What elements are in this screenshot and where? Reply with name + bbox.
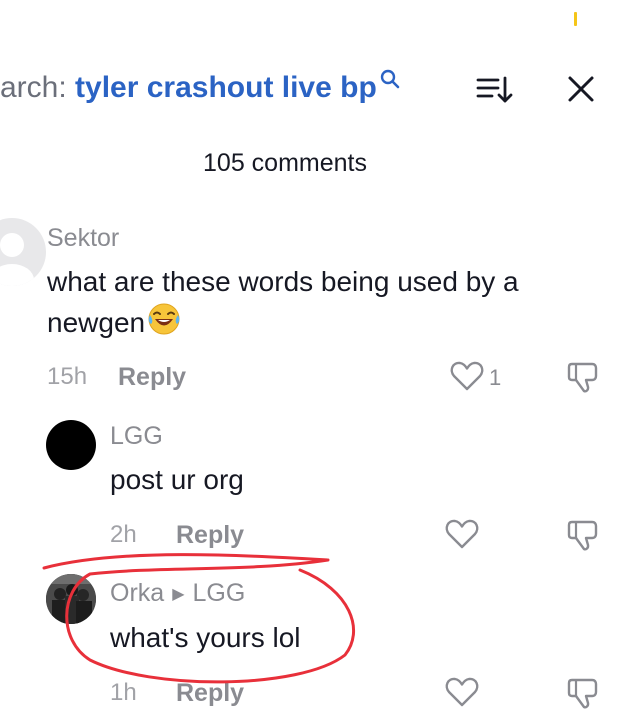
comment-username[interactable]: LGG	[110, 421, 163, 451]
like-button[interactable]	[450, 360, 484, 392]
comments-count: 105 comments	[203, 149, 367, 177]
search-icon	[377, 69, 401, 104]
like-button[interactable]	[445, 676, 479, 708]
sort-icon	[472, 72, 516, 108]
group-photo-avatar-icon	[46, 574, 96, 624]
comment-text: what's yours lol	[110, 622, 301, 653]
search-query-link[interactable]: arch: tyler crashout live bp	[0, 68, 401, 108]
laughing-tears-emoji-icon	[147, 302, 181, 336]
close-button[interactable]	[562, 72, 602, 108]
thumbs-down-icon	[566, 360, 602, 394]
comment-time: 15h	[47, 363, 88, 390]
avatar[interactable]	[0, 218, 46, 286]
search-query-text: tyler crashout live bp	[75, 71, 377, 104]
like-count: 1	[489, 365, 502, 390]
thumbs-down-icon	[566, 518, 602, 552]
sort-button[interactable]	[472, 72, 516, 108]
comment-text: post ur org	[110, 464, 244, 495]
heart-icon	[445, 518, 479, 550]
heart-icon	[445, 676, 479, 708]
default-avatar-icon	[0, 233, 34, 286]
search-prefix: arch:	[0, 71, 76, 104]
reply-button[interactable]: Reply	[118, 362, 186, 392]
reply-button[interactable]: Reply	[176, 678, 244, 708]
comment-body: what are these words being used by a new…	[47, 266, 519, 338]
status-indicator	[574, 12, 577, 26]
dislike-button[interactable]	[566, 676, 602, 710]
comment-text: what are these words being used by a new…	[47, 262, 607, 343]
heart-icon	[450, 360, 484, 392]
close-icon	[562, 72, 602, 108]
like-button[interactable]	[445, 518, 479, 550]
avatar[interactable]	[46, 420, 96, 470]
avatar[interactable]	[46, 574, 96, 624]
comment-username[interactable]: Sektor	[47, 223, 119, 253]
reply-header: Orka ▶ LGG	[110, 578, 245, 610]
thumbs-down-icon	[566, 676, 602, 710]
caret-right-icon: ▶	[172, 586, 185, 603]
dislike-button[interactable]	[566, 360, 602, 394]
comment-username[interactable]: Orka	[110, 579, 164, 607]
dislike-button[interactable]	[566, 518, 602, 552]
reply-button[interactable]: Reply	[176, 520, 244, 550]
comment-time: 2h	[110, 521, 137, 548]
reply-to-username[interactable]: LGG	[193, 579, 246, 607]
comment-time: 1h	[110, 679, 137, 706]
